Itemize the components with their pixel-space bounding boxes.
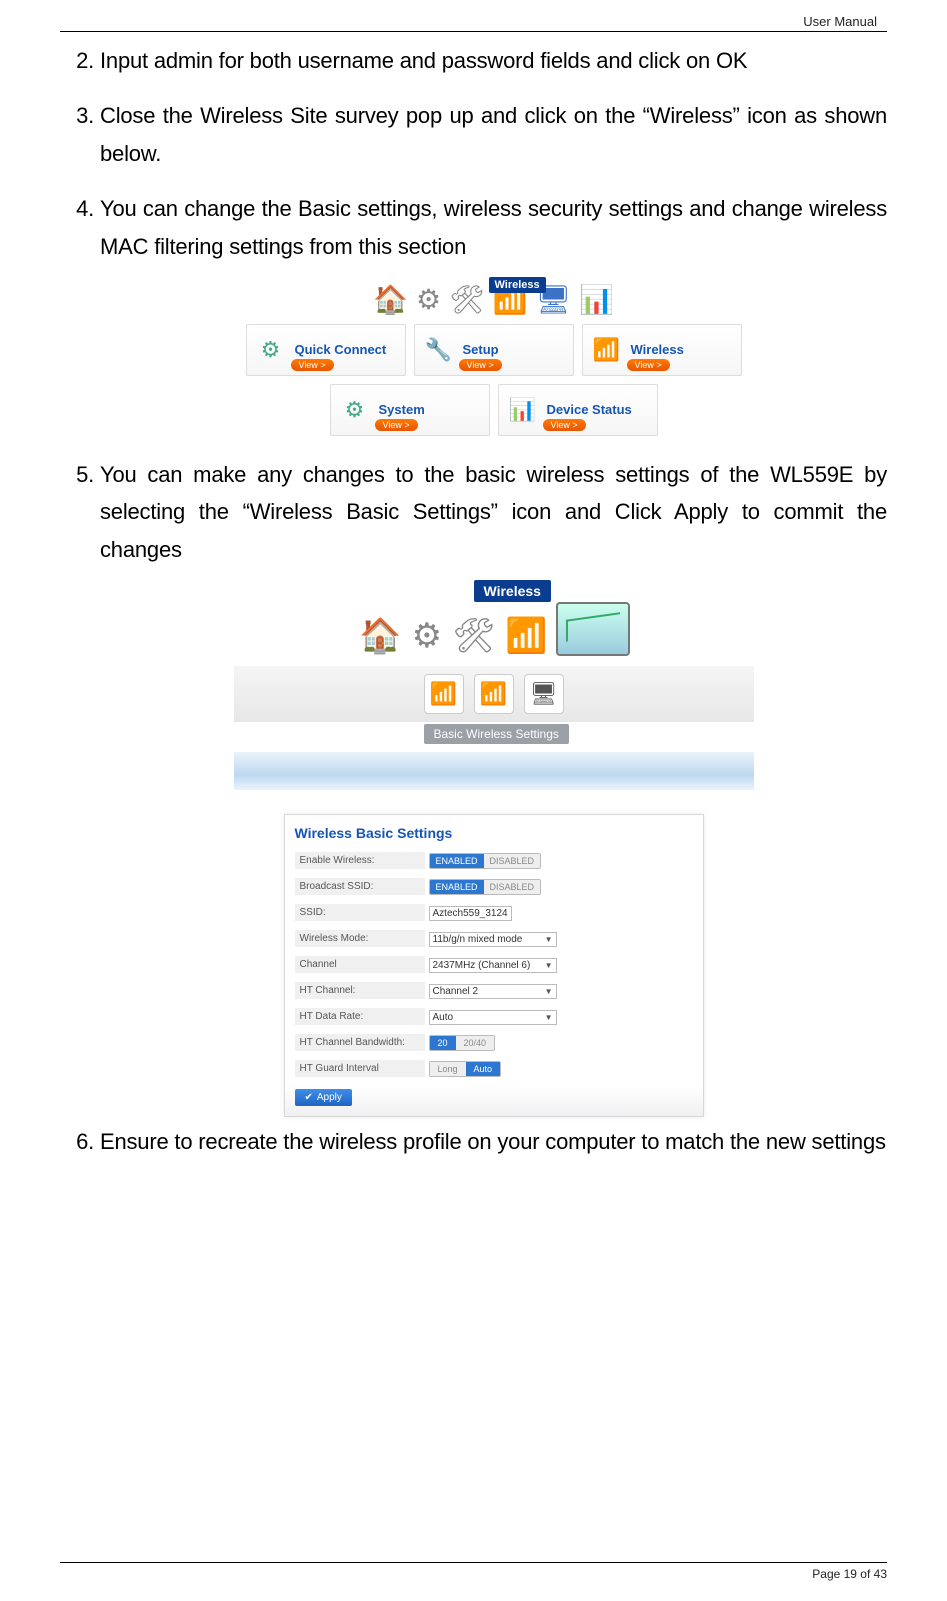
cog-icon: ⚙ xyxy=(337,392,373,428)
page-footer: Page 19 of 43 xyxy=(60,1562,887,1581)
gear-icon: ⚙ xyxy=(412,616,442,656)
header-label: User Manual xyxy=(60,0,887,29)
step-list: Input admin for both username and passwo… xyxy=(60,42,887,1161)
field-label: Broadcast SSID: xyxy=(295,878,425,895)
step-3: Close the Wireless Site survey pop up an… xyxy=(100,97,887,172)
tools-icon: 🛠 xyxy=(452,616,495,656)
apply-button[interactable]: ✔ Apply xyxy=(295,1089,352,1106)
tools-icon: 🛠 xyxy=(449,283,485,316)
row-ht-bandwidth: HT Channel Bandwidth: 20 20/40 xyxy=(295,1031,693,1053)
ht-channel-select[interactable]: Channel 2 xyxy=(429,984,557,999)
figure-dashboard: 🏠 ⚙ 🛠 📶 🖥 📊 Wireless ⚙ Quick Connect Vie… xyxy=(234,283,754,436)
row-ht-guard-interval: HT Guard Interval Long Auto xyxy=(295,1057,693,1079)
field-label: SSID: xyxy=(295,904,425,921)
card-system[interactable]: ⚙ System View > xyxy=(330,384,490,436)
row-ht-channel: HT Channel: Channel 2 xyxy=(295,979,693,1001)
header-rule xyxy=(60,31,887,32)
chart-icon: 📊 xyxy=(505,392,541,428)
row-enable-wireless: Enable Wireless: ENABLED DISABLED xyxy=(295,849,693,871)
card-device-status[interactable]: 📊 Device Status View > xyxy=(498,384,658,436)
wifi-small-icon: 📶 xyxy=(589,332,625,368)
step-4: You can change the Basic settings, wirel… xyxy=(100,190,887,265)
panel-title: Wireless Basic Settings xyxy=(295,825,693,841)
ht-guard-interval-segment[interactable]: Long Auto xyxy=(429,1061,502,1077)
view-button[interactable]: View > xyxy=(291,359,334,371)
wireless-mode-select[interactable]: 11b/g/n mixed mode xyxy=(429,932,557,947)
card-wireless[interactable]: 📶 Wireless View > xyxy=(582,324,742,376)
view-button[interactable]: View > xyxy=(459,359,502,371)
view-button[interactable]: View > xyxy=(375,419,418,431)
card-label: Setup xyxy=(463,342,499,357)
basic-settings-icon[interactable]: 📶 xyxy=(424,674,464,714)
row-ssid: SSID: Aztech559_3124 xyxy=(295,901,693,923)
field-label: Enable Wireless: xyxy=(295,852,425,869)
ht-data-rate-select[interactable]: Auto xyxy=(429,1010,557,1025)
wrench-icon: 🔧 xyxy=(421,332,457,368)
wifi-icon: 📶 xyxy=(505,616,547,656)
field-label: Channel xyxy=(295,956,425,973)
field-label: HT Channel Bandwidth: xyxy=(295,1034,425,1051)
row-broadcast-ssid: Broadcast SSID: ENABLED DISABLED xyxy=(295,875,693,897)
monitor-icon xyxy=(556,602,630,656)
step-2: Input admin for both username and passwo… xyxy=(100,42,887,79)
figure-subnav: 🏠 ⚙ 🛠 📶 Wireless 📶 📶 🖥 Basic Wireless Se… xyxy=(234,586,754,790)
check-icon: ✔ xyxy=(305,1092,313,1103)
card-label: Device Status xyxy=(547,402,632,417)
channel-select[interactable]: 2437MHz (Channel 6) xyxy=(429,958,557,973)
view-button[interactable]: View > xyxy=(543,419,586,431)
card-label: Wireless xyxy=(631,342,684,357)
wireless-tooltip: Wireless xyxy=(474,580,551,602)
gloss-band xyxy=(234,752,754,790)
bars-icon: 📊 xyxy=(579,283,614,316)
ssid-input[interactable]: Aztech559_3124 xyxy=(429,906,512,921)
page-number: Page 19 of 43 xyxy=(812,1567,887,1581)
subnav-bar: 📶 📶 🖥 Basic Wireless Settings xyxy=(234,666,754,722)
card-quick-connect[interactable]: ⚙ Quick Connect View > xyxy=(246,324,406,376)
field-label: HT Channel: xyxy=(295,982,425,999)
home-icon: 🏠 xyxy=(373,283,408,316)
field-label: HT Data Rate: xyxy=(295,1008,425,1025)
home-icon: 🏠 xyxy=(359,616,401,656)
broadcast-ssid-toggle[interactable]: ENABLED DISABLED xyxy=(429,879,542,895)
step-6: Ensure to recreate the wireless profile … xyxy=(100,1123,887,1160)
field-label: HT Guard Interval xyxy=(295,1060,425,1077)
row-ht-data-rate: HT Data Rate: Auto xyxy=(295,1005,693,1027)
gear-icon: ⚙ xyxy=(416,283,441,316)
card-label: Quick Connect xyxy=(295,342,387,357)
mac-filter-icon[interactable]: 🖥 xyxy=(524,674,564,714)
card-label: System xyxy=(379,402,425,417)
row-wireless-mode: Wireless Mode: 11b/g/n mixed mode xyxy=(295,927,693,949)
field-label: Wireless Mode: xyxy=(295,930,425,947)
figure-basic-settings-form: Wireless Basic Settings Enable Wireless:… xyxy=(284,814,704,1117)
wireless-tooltip: Wireless xyxy=(489,277,546,293)
ht-bandwidth-segment[interactable]: 20 20/40 xyxy=(429,1035,496,1051)
enable-wireless-toggle[interactable]: ENABLED DISABLED xyxy=(429,853,542,869)
gear-small-icon: ⚙ xyxy=(253,332,289,368)
step-5: You can make any changes to the basic wi… xyxy=(100,456,887,568)
view-button[interactable]: View > xyxy=(627,359,670,371)
security-settings-icon[interactable]: 📶 xyxy=(474,674,514,714)
row-channel: Channel 2437MHz (Channel 6) xyxy=(295,953,693,975)
card-setup[interactable]: 🔧 Setup View > xyxy=(414,324,574,376)
basic-wireless-settings-tooltip: Basic Wireless Settings xyxy=(424,724,569,744)
